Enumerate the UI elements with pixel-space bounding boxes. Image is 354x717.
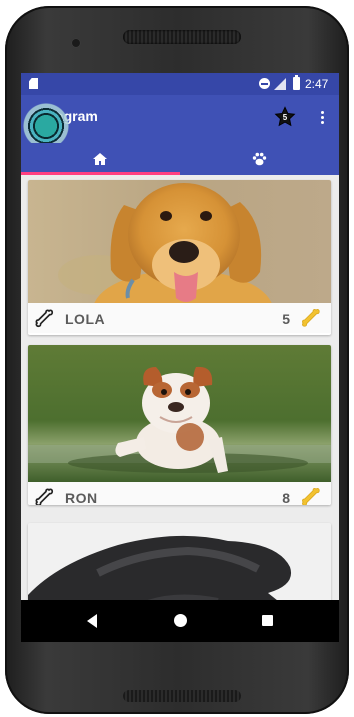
status-bar: 2:47	[21, 73, 339, 95]
tab-bar	[21, 143, 339, 175]
sd-card-icon	[29, 78, 38, 89]
pet-card[interactable]: RON 8	[28, 345, 331, 505]
signal-icon	[274, 78, 286, 90]
pet-list[interactable]: LOLA 5 RON 8	[21, 175, 339, 639]
bone-outline-icon[interactable]	[33, 307, 55, 329]
tab-paw[interactable]	[180, 143, 339, 175]
status-time: 2:47	[305, 77, 329, 91]
home-circle-icon[interactable]	[174, 614, 187, 627]
app-screen: 2:47 Petagram 5	[21, 73, 339, 639]
favorites-count-badge: 5	[282, 113, 288, 122]
pet-info-bar: RON 8	[28, 482, 331, 505]
do-not-disturb-icon	[259, 78, 270, 89]
bone-gold-icon	[302, 488, 320, 505]
pet-card[interactable]: LOLA 5	[28, 180, 331, 335]
overflow-menu-icon[interactable]	[312, 109, 332, 129]
paw-icon	[252, 152, 267, 166]
bone-gold-icon	[302, 309, 320, 327]
battery-icon	[293, 75, 300, 90]
earpiece-speaker	[123, 30, 241, 44]
pet-name: RON	[65, 490, 98, 505]
pet-rating: 8	[282, 490, 290, 505]
back-icon[interactable]	[87, 614, 97, 628]
bottom-speaker	[123, 690, 241, 702]
pet-name: LOLA	[65, 311, 106, 327]
pet-photo-ron	[28, 345, 331, 482]
pet-photo-lola	[28, 180, 331, 303]
app-bar: Petagram 5	[21, 95, 339, 149]
pet-info-bar: LOLA 5	[28, 303, 331, 333]
recents-icon[interactable]	[262, 615, 273, 626]
front-camera	[72, 39, 80, 47]
home-icon	[93, 153, 107, 165]
favorites-button[interactable]: 5	[274, 106, 296, 128]
bone-outline-icon[interactable]	[33, 486, 55, 505]
pet-rating: 5	[282, 311, 290, 327]
tab-home[interactable]	[21, 143, 180, 175]
system-navigation-bar	[21, 600, 339, 642]
